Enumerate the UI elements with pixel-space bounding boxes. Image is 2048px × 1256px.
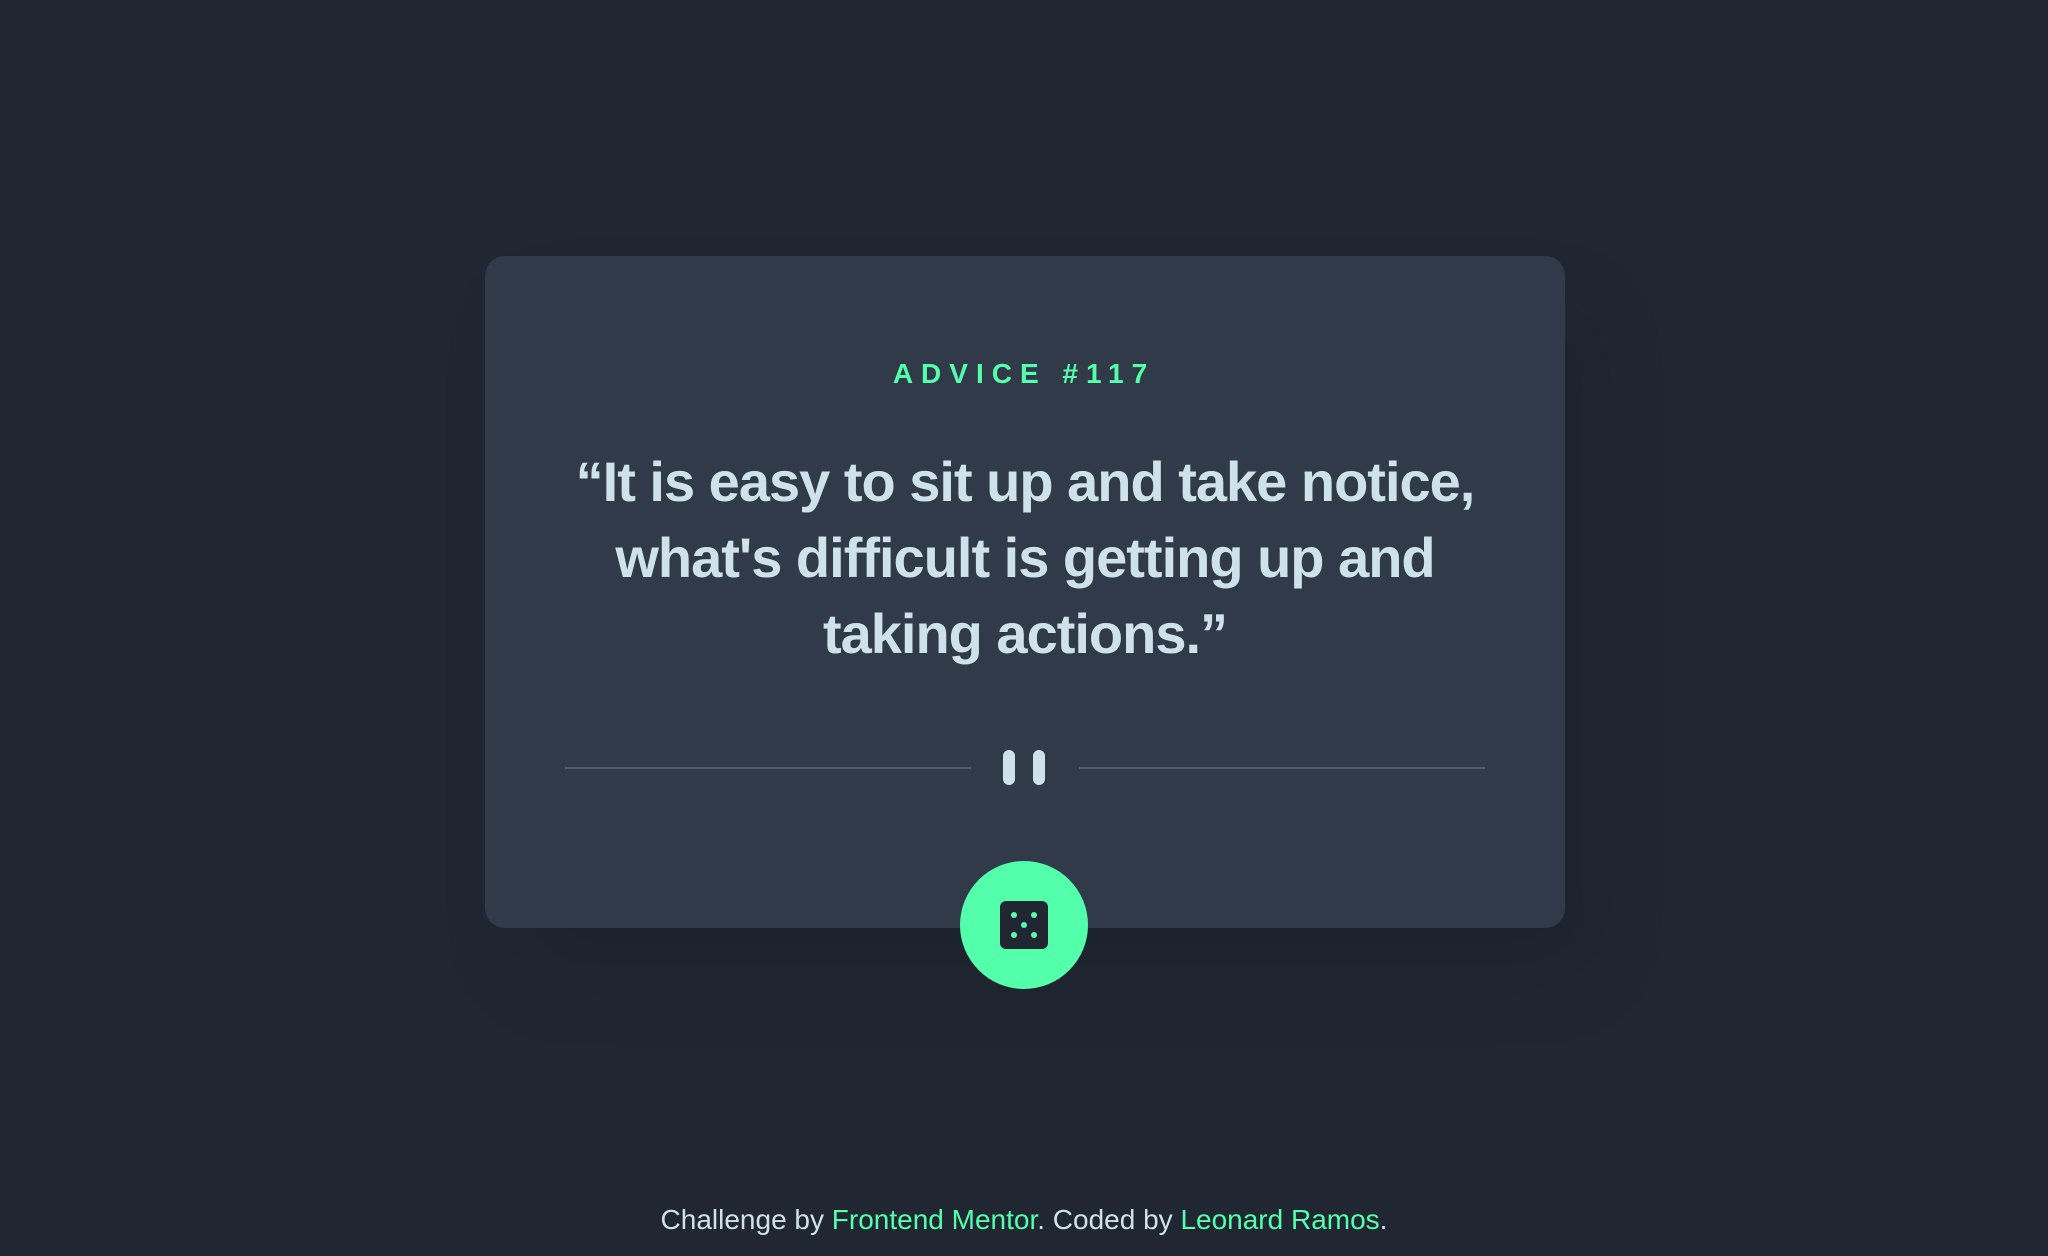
advice-quote: “It is easy to sit up and take notice, w…	[575, 450, 1476, 665]
attribution-prefix: Challenge by	[660, 1204, 832, 1235]
advice-id-label: ADVICE #117	[892, 358, 1156, 389]
dice-icon	[1000, 901, 1048, 949]
divider-line-right	[1079, 767, 1485, 769]
frontend-mentor-link[interactable]: Frontend Mentor	[832, 1204, 1037, 1235]
author-link[interactable]: Leonard Ramos	[1180, 1204, 1379, 1235]
pause-icon-left-bar	[1003, 750, 1015, 785]
attribution-middle: . Coded by	[1037, 1204, 1181, 1235]
attribution-suffix: .	[1379, 1204, 1388, 1235]
attribution-footer: Challenge by Frontend Mentor. Coded by L…	[0, 1200, 2048, 1240]
divider-line-left	[565, 767, 971, 769]
new-advice-button[interactable]	[960, 861, 1088, 989]
pause-icon-right-bar	[1033, 750, 1045, 785]
